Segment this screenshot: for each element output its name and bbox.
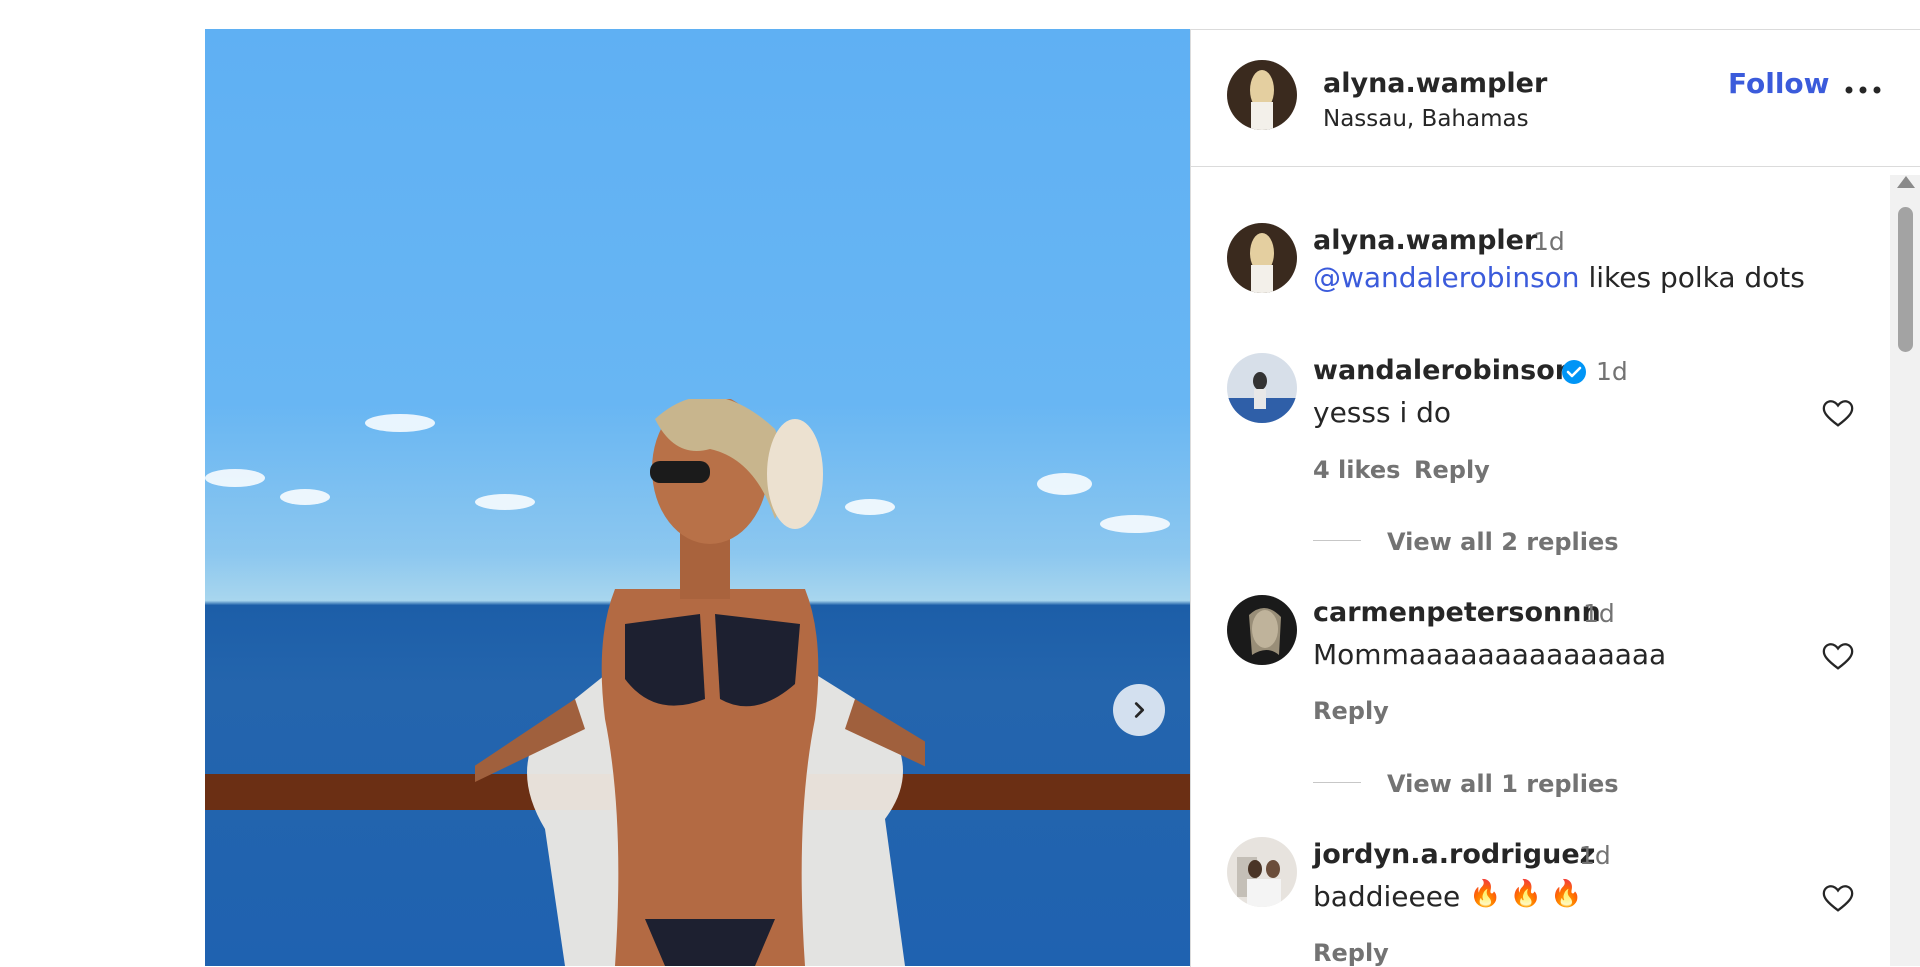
comment-avatar[interactable] [1227, 223, 1297, 293]
comments-list: alyna.wampler 1d @wandalerobinson likes … [1191, 167, 1881, 967]
heart-outline-icon[interactable] [1821, 640, 1855, 674]
scrollbar-thumb[interactable] [1898, 207, 1913, 352]
cloud [1100, 515, 1170, 533]
ellipsis-icon[interactable] [1843, 80, 1883, 100]
scroll-up-arrow-icon[interactable] [1897, 176, 1915, 188]
follow-button[interactable]: Follow [1728, 67, 1830, 100]
replies-divider [1313, 540, 1361, 541]
cloud [365, 414, 435, 432]
comment-time: 1d [1533, 227, 1565, 256]
view-replies-button[interactable]: View all 2 replies [1387, 528, 1619, 556]
comment-likes[interactable]: 4 likes [1313, 456, 1400, 484]
chevron-right-icon [1134, 702, 1145, 718]
comment-username[interactable]: alyna.wampler [1313, 225, 1537, 256]
comment-text: baddieeee [1313, 880, 1461, 913]
heart-outline-icon[interactable] [1821, 882, 1855, 916]
comment-avatar[interactable] [1227, 837, 1297, 907]
comment-time: 1d [1583, 599, 1615, 628]
comment-avatar[interactable] [1227, 353, 1297, 423]
comment-text: yesss i do [1313, 396, 1452, 429]
comment-username[interactable]: carmenpetersonnn [1313, 597, 1601, 628]
heart-outline-icon[interactable] [1821, 397, 1855, 431]
comment-body: likes polka dots [1579, 261, 1805, 294]
comment-text: @wandalerobinson likes polka dots [1313, 261, 1805, 294]
post-image[interactable] [205, 29, 1190, 966]
replies-divider [1313, 782, 1361, 783]
cloud [1037, 473, 1092, 495]
post-header: alyna.wampler Nassau, Bahamas Follow [1191, 30, 1920, 167]
post-detail-panel: alyna.wampler Nassau, Bahamas Follow aly… [1190, 29, 1920, 967]
mention-link[interactable]: @wandalerobinson [1313, 261, 1580, 294]
reply-button[interactable]: Reply [1313, 939, 1389, 967]
post-location[interactable]: Nassau, Bahamas [1323, 106, 1529, 132]
cloud [205, 469, 265, 487]
reply-button[interactable]: Reply [1313, 697, 1389, 725]
fire-emojis: 🔥 🔥 🔥 [1469, 879, 1583, 909]
comment-username[interactable]: jordyn.a.rodriguez [1313, 839, 1595, 870]
author-avatar[interactable] [1227, 60, 1297, 130]
view-replies-button[interactable]: View all 1 replies [1387, 770, 1619, 798]
comment-avatar[interactable] [1227, 595, 1297, 665]
cloud [280, 489, 330, 505]
author-username[interactable]: alyna.wampler [1323, 68, 1547, 99]
comment-text: Mommaaaaaaaaaaaaaaa [1313, 638, 1667, 671]
verified-badge-icon [1562, 360, 1586, 384]
next-photo-button[interactable] [1113, 684, 1165, 736]
person-figure [475, 399, 925, 966]
reply-button[interactable]: Reply [1414, 456, 1490, 484]
comment-username[interactable]: wandalerobinson [1313, 355, 1574, 386]
comment-time: 1d [1579, 841, 1611, 870]
comment-time: 1d [1596, 357, 1628, 386]
